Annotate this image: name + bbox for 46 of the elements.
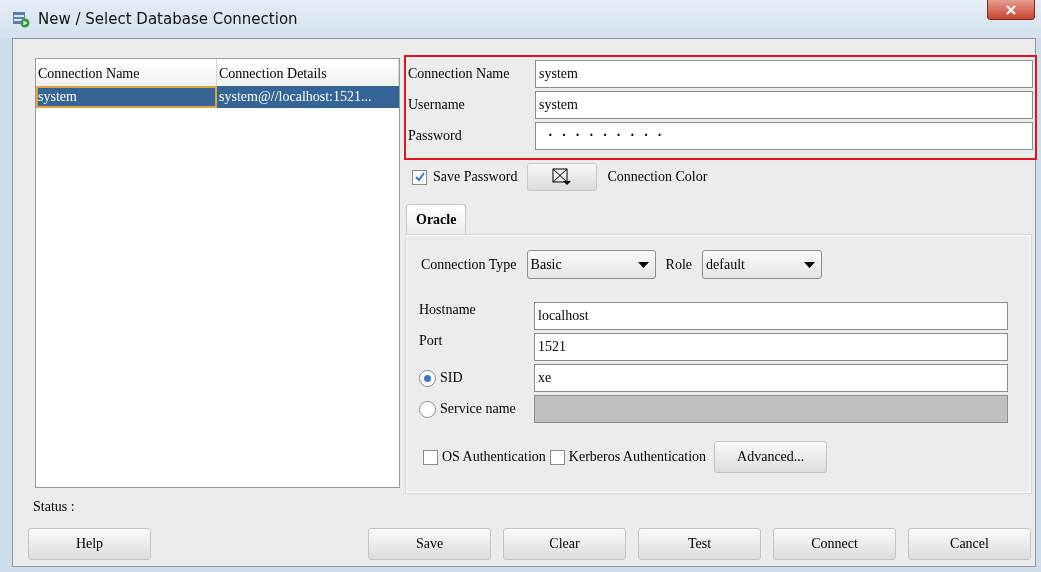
checkbox-label: OS Authentication <box>442 449 546 465</box>
dialog-button[interactable]: Save <box>368 528 491 560</box>
dialog-button[interactable]: Test <box>638 528 761 560</box>
caret-icon <box>804 261 816 268</box>
checkbox[interactable] <box>423 449 438 465</box>
input-field[interactable]: system <box>535 60 1033 88</box>
dropdown[interactable]: Basic <box>526 250 656 279</box>
field-label: SID <box>440 370 463 386</box>
checkbox[interactable] <box>549 449 565 465</box>
select-label: Role <box>665 256 693 273</box>
select-label: Connection Type <box>421 256 517 273</box>
input-field[interactable]: system <box>535 91 1033 119</box>
tab[interactable]: Oracle <box>406 204 467 235</box>
connection-color-label: Connection Color <box>607 169 708 185</box>
advanced-button[interactable]: Advanced... <box>714 441 828 473</box>
input-field[interactable]: localhost <box>534 302 1008 330</box>
dropdown[interactable]: default <box>702 250 823 279</box>
dialog-button[interactable]: Connect <box>773 528 896 560</box>
radio-button[interactable] <box>419 369 436 387</box>
field-label: Connection Name <box>408 66 511 82</box>
checkbox[interactable] <box>412 169 427 185</box>
field-label: Username <box>408 97 466 113</box>
field-label: Service name <box>440 401 516 417</box>
column-header[interactable]: Connection Details <box>217 59 399 86</box>
status-label: Status : <box>33 499 75 515</box>
column-header[interactable]: Connection Name <box>36 59 217 86</box>
caret-icon <box>637 261 649 268</box>
color-picker-button[interactable] <box>527 163 598 191</box>
database-icon <box>12 10 30 28</box>
dialog-button[interactable]: Help <box>28 528 151 560</box>
field-label: Password <box>408 128 463 144</box>
dialog-button[interactable]: Cancel <box>908 528 1031 560</box>
field-label: Hostname <box>419 302 476 318</box>
close-button[interactable] <box>987 0 1035 20</box>
close-icon <box>1005 4 1017 15</box>
field-label: Port <box>419 333 443 349</box>
password-field[interactable]: ········· <box>535 122 1033 150</box>
connection-cell[interactable]: system <box>36 86 217 108</box>
window-title: New / Select Database Connection <box>38 10 298 28</box>
input-field[interactable]: xe <box>534 364 1008 392</box>
connection-cell[interactable]: system@//localhost:1521... <box>217 86 399 108</box>
input-field[interactable]: 1521 <box>534 333 1008 361</box>
color-swatch-icon <box>552 168 573 186</box>
checkbox-label: Save Password <box>433 169 518 185</box>
dialog-button[interactable]: Clear <box>503 528 626 560</box>
checkbox-label: Kerberos Authentication <box>568 449 707 465</box>
